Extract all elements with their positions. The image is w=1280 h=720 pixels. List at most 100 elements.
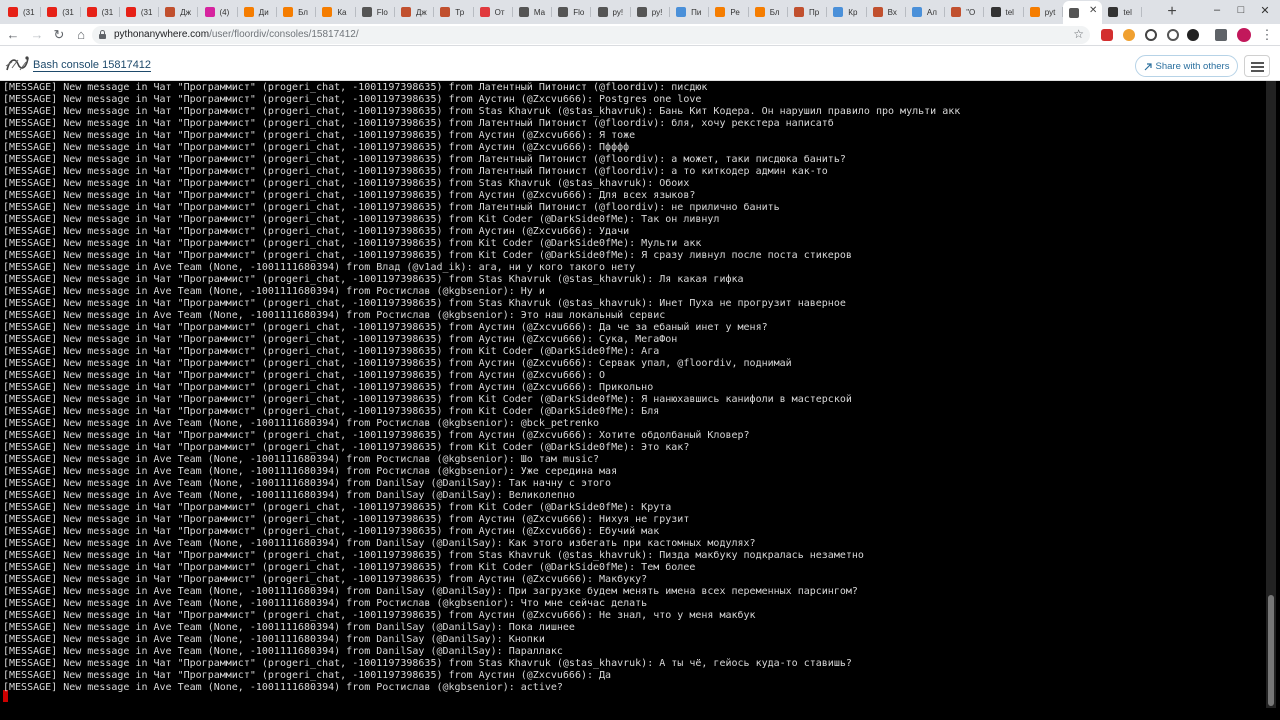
- menu-hamburger-icon[interactable]: [1244, 55, 1270, 77]
- browser-tab[interactable]: tel: [1102, 2, 1142, 22]
- close-window-icon[interactable]: ✕: [1258, 4, 1272, 17]
- browser-tab[interactable]: Тр: [434, 2, 474, 22]
- url-host: pythonanywhere.com: [114, 29, 210, 40]
- pythonanywhere-logo-icon[interactable]: [4, 54, 30, 74]
- tab-favicon-icon: [990, 7, 1001, 17]
- browser-tab[interactable]: (31: [41, 2, 81, 22]
- browser-tab[interactable]: Бл: [277, 2, 317, 22]
- browser-tab[interactable]: (31: [81, 2, 120, 22]
- browser-tab[interactable]: (31: [2, 2, 42, 22]
- browser-tab[interactable]: Кр: [827, 2, 867, 22]
- tab-favicon-icon: [283, 7, 294, 17]
- cookie-extension-icon[interactable]: [1123, 29, 1135, 41]
- browser-tab[interactable]: Пи: [670, 2, 710, 22]
- url-path: /user/floordiv/consoles/15817412/: [209, 29, 359, 40]
- browser-tab[interactable]: ру!: [592, 2, 631, 22]
- terminal-line: [MESSAGE] New message in Чат "Программис…: [3, 574, 648, 585]
- browser-tab[interactable]: руt: [1024, 2, 1064, 22]
- extensions-puzzle-icon[interactable]: [1215, 29, 1227, 41]
- maximize-icon[interactable]: □: [1234, 4, 1248, 16]
- back-icon[interactable]: ←: [4, 26, 22, 44]
- terminal-line: [MESSAGE] New message in Ave Team (None,…: [3, 490, 575, 501]
- tab-favicon-icon: [1069, 7, 1080, 18]
- browser-menu-icon[interactable]: ⋮: [1258, 26, 1276, 44]
- lock-icon: [99, 30, 106, 39]
- browser-tab[interactable]: "О: [945, 2, 985, 22]
- tab-favicon-icon: [243, 7, 254, 17]
- terminal-line: [MESSAGE] New message in Чат "Программис…: [3, 346, 660, 357]
- browser-tab[interactable]: Ди: [238, 2, 278, 22]
- tab-label: "О: [966, 7, 976, 17]
- address-bar[interactable]: pythonanywhere.com/user/floordiv/console…: [92, 26, 1090, 44]
- browser-tab[interactable]: ✕: [1063, 1, 1103, 24]
- terminal-line: [MESSAGE] New message in Ave Team (None,…: [3, 478, 612, 489]
- browser-tab[interactable]: Ма: [513, 2, 553, 22]
- tab-close-icon[interactable]: ✕: [1089, 5, 1097, 16]
- terminal-line: [MESSAGE] New message in Чат "Программис…: [3, 670, 612, 681]
- terminal-line: [MESSAGE] New message in Чат "Программис…: [3, 274, 744, 285]
- terminal-line: [MESSAGE] New message in Ave Team (None,…: [3, 634, 545, 645]
- github-extension-icon[interactable]: [1187, 29, 1199, 41]
- sync-extension-icon[interactable]: [1167, 29, 1179, 41]
- terminal-output[interactable]: [MESSAGE] New message in Чат "Программис…: [0, 81, 1280, 720]
- terminal-line: [MESSAGE] New message in Чат "Программис…: [3, 82, 708, 93]
- terminal-line: [MESSAGE] New message in Чат "Программис…: [3, 298, 846, 309]
- terminal-scrollbar-thumb[interactable]: [1268, 595, 1274, 706]
- terminal-line: [MESSAGE] New message in Чат "Программис…: [3, 226, 630, 237]
- terminal-line: [MESSAGE] New message in Ave Team (None,…: [3, 418, 600, 429]
- browser-tab[interactable]: Пр: [788, 2, 828, 22]
- reload-icon[interactable]: ↻: [50, 26, 68, 44]
- new-tab-button[interactable]: +: [1164, 2, 1180, 22]
- tab-label: Тр: [455, 7, 465, 17]
- forward-icon[interactable]: →: [28, 26, 46, 44]
- minimize-icon[interactable]: –: [1210, 4, 1224, 16]
- tab-favicon-icon: [794, 7, 804, 17]
- tab-label: Ре: [730, 7, 740, 17]
- url-text[interactable]: pythonanywhere.com/user/floordiv/console…: [114, 29, 359, 40]
- browser-tab[interactable]: Бл: [749, 2, 788, 22]
- tab-label: (4): [219, 7, 230, 17]
- terminal-line: [MESSAGE] New message in Ave Team (None,…: [3, 598, 648, 609]
- terminal-line: [MESSAGE] New message in Чат "Программис…: [3, 166, 828, 177]
- tab-label: tel: [1123, 7, 1132, 17]
- share-icon: [1144, 62, 1152, 70]
- profile-avatar[interactable]: [1237, 28, 1251, 42]
- terminal-line: [MESSAGE] New message in Чат "Программис…: [3, 526, 660, 537]
- browser-tab[interactable]: Ре: [709, 2, 749, 22]
- tab-favicon-icon: [676, 7, 687, 17]
- terminal-line: [MESSAGE] New message in Ave Team (None,…: [3, 538, 756, 549]
- browser-tab[interactable]: (4): [199, 2, 238, 22]
- share-button[interactable]: Share with others: [1135, 55, 1238, 77]
- terminal-line: [MESSAGE] New message in Ave Team (None,…: [3, 262, 636, 273]
- browser-tab[interactable]: Дж: [159, 2, 199, 22]
- browser-tab[interactable]: (31: [120, 2, 160, 22]
- extension-icon[interactable]: [1145, 29, 1157, 41]
- tab-favicon-icon: [951, 7, 962, 17]
- terminal-line: [MESSAGE] New message in Чат "Программис…: [3, 658, 852, 669]
- tab-favicon-icon: [8, 7, 18, 17]
- console-header: Bash console 15817412 Share with others: [0, 47, 1280, 81]
- terminal-line: [MESSAGE] New message in Чат "Программис…: [3, 94, 702, 105]
- tab-favicon-icon: [479, 7, 490, 17]
- tab-favicon-icon: [86, 7, 97, 17]
- browser-tab[interactable]: Дж: [395, 2, 435, 22]
- browser-tab[interactable]: Ал: [906, 2, 946, 22]
- console-title-link[interactable]: Bash console 15817412: [33, 59, 152, 72]
- bookmark-star-icon[interactable]: ☆: [1073, 27, 1084, 41]
- browser-tab[interactable]: tel: [985, 2, 1024, 22]
- tab-favicon-icon: [597, 7, 608, 17]
- browser-tab[interactable]: Flo: [356, 2, 395, 22]
- terminal-line: [MESSAGE] New message in Ave Team (None,…: [3, 454, 600, 465]
- adblock-extension-icon[interactable]: [1101, 29, 1113, 41]
- tab-favicon-icon: [322, 7, 333, 17]
- terminal-line: [MESSAGE] New message in Чат "Программис…: [3, 358, 792, 369]
- terminal-line: [MESSAGE] New message in Чат "Программис…: [3, 610, 756, 621]
- browser-tab[interactable]: ру!: [631, 2, 671, 22]
- browser-tab[interactable]: От: [474, 2, 513, 22]
- browser-tab[interactable]: Вх: [867, 2, 906, 22]
- browser-tab[interactable]: Flo: [552, 2, 592, 22]
- tab-label: Пр: [809, 7, 820, 17]
- browser-tab[interactable]: Ка: [316, 2, 356, 22]
- tab-strip: + – □ ✕ (31 (31 (31 (31 Дж (4) Ди Бл Ка Flo Дж Тр От…: [0, 0, 1280, 24]
- home-icon[interactable]: ⌂: [72, 26, 90, 44]
